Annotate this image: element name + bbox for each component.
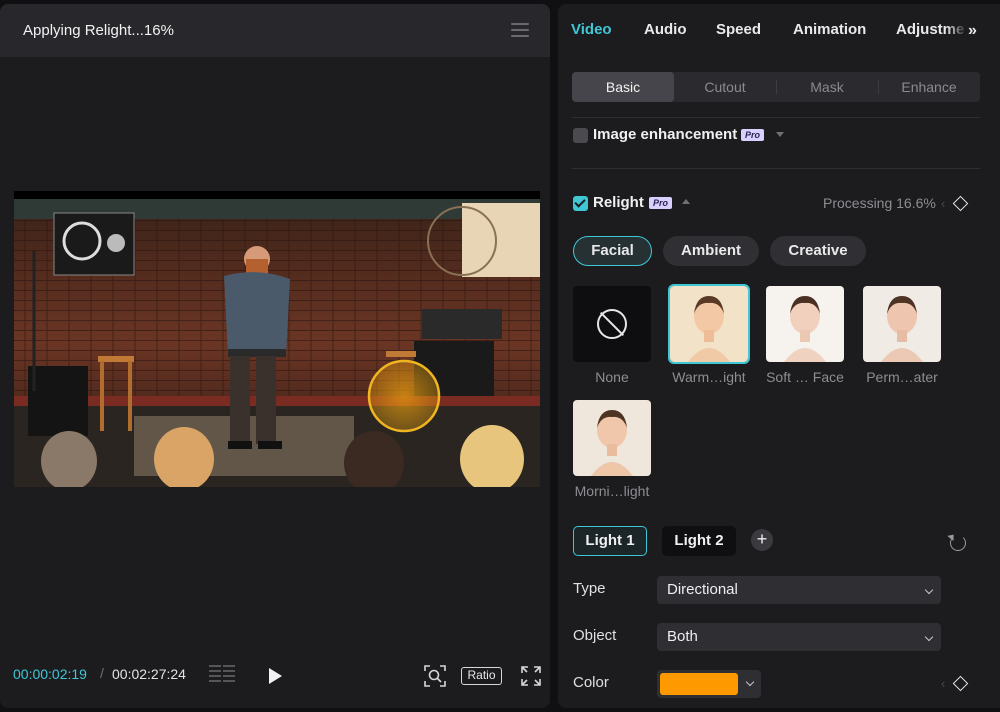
sub-tabs: Basic Cutout Mask Enhance <box>572 72 980 102</box>
portrait-thumbnail <box>766 286 844 362</box>
mode-ambient[interactable]: Ambient <box>663 236 759 266</box>
divider <box>572 168 980 169</box>
ratio-button[interactable]: Ratio <box>461 667 502 685</box>
processing-status: Processing 16.6% <box>823 195 936 211</box>
portrait-thumbnail <box>670 286 748 362</box>
preset-label: Perm…ater <box>866 369 938 385</box>
subtab-mask[interactable]: Mask <box>776 72 878 102</box>
total-time: 00:02:27:24 <box>112 666 186 682</box>
mode-creative[interactable]: Creative <box>770 236 866 266</box>
color-picker[interactable] <box>657 670 761 698</box>
preset-soft-face[interactable]: Soft … Face <box>766 286 844 385</box>
light-1-tab[interactable]: Light 1 <box>573 526 647 556</box>
time-separator: / <box>100 665 104 681</box>
play-button[interactable] <box>269 668 282 684</box>
preset-morning-light[interactable]: Morni…light <box>573 400 651 499</box>
preset-perm-water[interactable]: Perm…ater <box>863 286 941 385</box>
image-enhancement-label: Image enhancement <box>593 126 738 143</box>
type-label: Type <box>573 580 606 597</box>
current-time: 00:00:02:19 <box>13 666 87 682</box>
timeline-grid-icon[interactable] <box>209 665 237 687</box>
keyframe-icon[interactable] <box>952 675 969 692</box>
object-select[interactable]: Both <box>657 623 941 651</box>
image-enhancement-checkbox[interactable] <box>573 128 588 143</box>
relight-checkbox[interactable] <box>573 196 588 211</box>
light-2-tab[interactable]: Light 2 <box>662 526 736 556</box>
divider <box>572 117 980 118</box>
transport-bar: 00:00:02:19 / 00:02:27:24 Ratio <box>0 656 550 692</box>
inspector-panel: Video Audio Speed Animation Adjustme » B… <box>558 4 1000 708</box>
mode-facial[interactable]: Facial <box>573 236 652 266</box>
keyframe-icon[interactable] <box>952 195 969 212</box>
preset-label: None <box>595 369 629 385</box>
preset-label: Soft … Face <box>766 369 844 385</box>
chevron-down-icon <box>924 632 934 642</box>
relight-label: Relight <box>593 194 644 211</box>
zoom-fit-icon[interactable] <box>424 665 446 687</box>
chevron-down-icon <box>924 585 934 595</box>
pro-badge: Pro <box>741 129 765 141</box>
type-value: Directional <box>667 581 738 598</box>
video-preview[interactable] <box>14 191 540 487</box>
fullscreen-icon[interactable] <box>521 666 541 686</box>
color-label: Color <box>573 674 609 691</box>
preset-none[interactable]: None <box>573 286 651 385</box>
reset-icon[interactable] <box>950 535 966 551</box>
tab-animation[interactable]: Animation <box>793 21 866 38</box>
player-header: Applying Relight...16% <box>0 4 550 57</box>
inspector-tabs: Video Audio Speed Animation Adjustme » <box>558 4 1000 56</box>
tab-video[interactable]: Video <box>571 21 612 38</box>
object-value: Both <box>667 628 698 645</box>
subtab-basic[interactable]: Basic <box>572 72 674 102</box>
subtab-cutout[interactable]: Cutout <box>674 72 776 102</box>
none-icon <box>597 309 627 339</box>
pro-badge: Pro <box>649 197 673 209</box>
chevron-down-icon <box>745 677 755 687</box>
preset-label: Morni…light <box>574 483 650 499</box>
preset-warm-light[interactable]: Warm…ight <box>668 284 750 385</box>
portrait-thumbnail <box>863 286 941 362</box>
chevron-down-icon[interactable] <box>776 132 784 137</box>
object-label: Object <box>573 627 617 644</box>
chevron-up-icon[interactable] <box>682 199 690 204</box>
player-panel: Applying Relight...16% 00:00:02:19 / 00:… <box>0 4 550 708</box>
tab-audio[interactable]: Audio <box>644 21 687 38</box>
chevron-left-icon[interactable]: ‹ <box>941 196 945 211</box>
type-select[interactable]: Directional <box>657 576 941 604</box>
add-light-button[interactable]: + <box>751 529 773 551</box>
subtab-enhance[interactable]: Enhance <box>878 72 980 102</box>
portrait-thumbnail <box>573 400 651 476</box>
video-frame-image <box>14 191 540 487</box>
color-swatch[interactable] <box>660 673 738 695</box>
more-tabs-icon[interactable]: » <box>968 22 977 40</box>
preset-label: Warm…ight <box>672 369 746 385</box>
menu-icon[interactable] <box>511 23 529 37</box>
chevron-left-icon[interactable]: ‹ <box>941 676 945 691</box>
tab-speed[interactable]: Speed <box>716 21 761 38</box>
player-title: Applying Relight...16% <box>23 22 174 39</box>
